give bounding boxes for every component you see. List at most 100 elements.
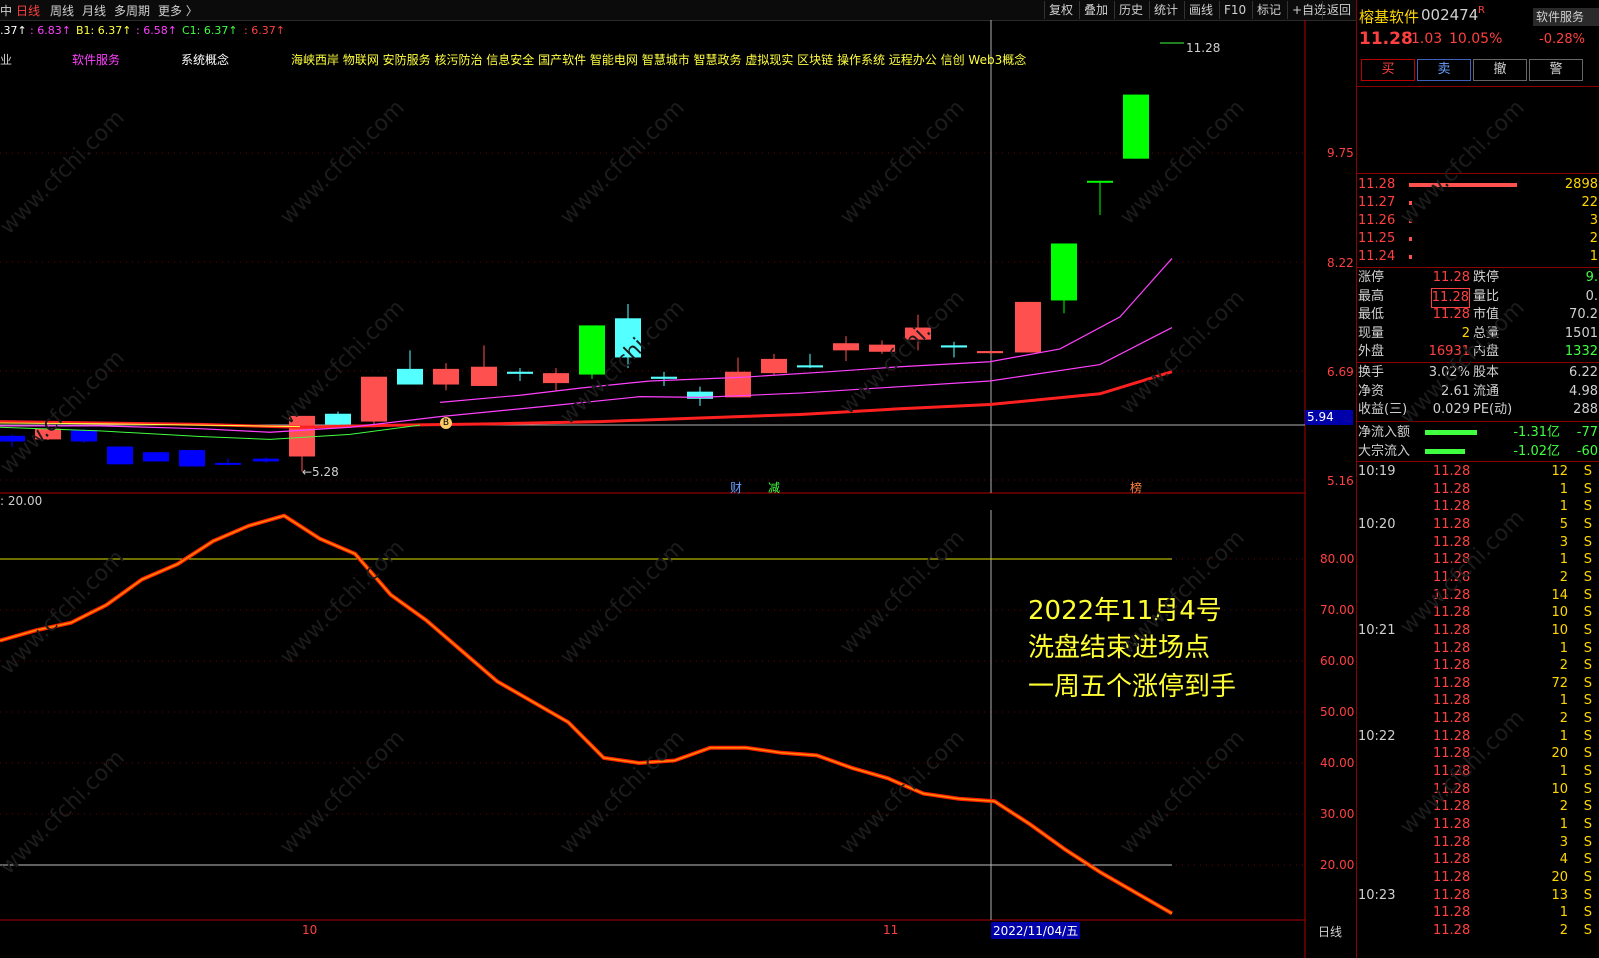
system-concept-label[interactable]: 系统概念	[181, 51, 229, 68]
stat-value: 288	[1573, 402, 1598, 417]
tab-intraday[interactable]: 中	[0, 2, 12, 19]
fund-flow-row: 大宗流入 -1.02亿 -60	[1357, 443, 1599, 461]
period-label[interactable]: 日线	[1318, 923, 1342, 940]
concept-tags[interactable]: 海峡西岸 物联网 安防服务 核污防治 信息安全 国产软件 智能电网 智慧城市 智…	[291, 51, 1026, 68]
tick-row[interactable]: 11.28 2 S	[1357, 657, 1599, 675]
tick-row[interactable]: 11.28 20 S	[1357, 869, 1599, 887]
tick-row[interactable]: 11.28 14 S	[1357, 587, 1599, 605]
candle-body	[1015, 301, 1041, 353]
event-marker-finance[interactable]: 财	[730, 479, 742, 496]
tick-row[interactable]: 11.28 1 S	[1357, 640, 1599, 658]
tick-row[interactable]: 11.28 3 S	[1357, 834, 1599, 852]
tick-side: S	[1583, 781, 1592, 797]
industry-label[interactable]: 业	[0, 51, 12, 68]
stat-label: 流通	[1473, 383, 1500, 399]
tab-monthly[interactable]: 月线	[82, 2, 106, 19]
stat-value: 4.98	[1569, 383, 1598, 399]
tick-volume: 1	[1559, 728, 1568, 744]
tick-row[interactable]: 11.28 10 S	[1357, 604, 1599, 622]
tick-row[interactable]: 11.28 72 S	[1357, 675, 1599, 693]
tick-row[interactable]: 10:19 11.28 12 S	[1357, 463, 1599, 481]
tick-price: 11.28	[1433, 817, 1471, 832]
tick-price: 11.28	[1433, 869, 1471, 885]
tick-volume: 1	[1559, 481, 1568, 497]
tick-row[interactable]: 11.28 1 S	[1357, 692, 1599, 710]
candle-body	[761, 358, 787, 374]
cancel-order-button[interactable]: 撤	[1473, 59, 1527, 81]
order-book-row[interactable]: 11.28 2898	[1357, 176, 1599, 194]
candle-body	[1123, 94, 1149, 159]
candle-body	[397, 368, 423, 385]
tab-weekly[interactable]: 周线	[50, 2, 74, 19]
stat-value: 6.22	[1569, 365, 1598, 380]
tick-row[interactable]: 11.28 10 S	[1357, 781, 1599, 799]
tick-row[interactable]: 11.28 4 S	[1357, 851, 1599, 869]
order-book-row[interactable]: 11.25 2	[1357, 230, 1599, 248]
buy-button[interactable]: 买	[1361, 59, 1415, 81]
tab-daily[interactable]: 日线	[16, 2, 40, 19]
tick-side: S	[1583, 817, 1592, 832]
alert-button[interactable]: 警	[1529, 59, 1583, 81]
tab-more[interactable]: 更多 〉	[158, 2, 198, 19]
event-marker-reduce[interactable]: 减	[768, 479, 780, 496]
overlay-button[interactable]: 叠加	[1079, 1, 1112, 19]
sell-button[interactable]: 卖	[1417, 59, 1471, 81]
tick-row[interactable]: 11.28 2 S	[1357, 798, 1599, 816]
tick-row[interactable]: 11.28 1 S	[1357, 498, 1599, 516]
tick-row[interactable]: 10:23 11.28 13 S	[1357, 887, 1599, 905]
order-volume: 3	[1589, 213, 1598, 228]
price-change: 1.03	[1411, 31, 1443, 47]
last-price: 11.28	[1359, 29, 1413, 49]
stat-label: 最高	[1358, 288, 1385, 304]
tick-price: 11.28	[1433, 887, 1471, 903]
legend-item-1: .37↑	[0, 24, 27, 37]
price-change-pct: 10.05%	[1449, 31, 1503, 47]
tick-side: S	[1583, 764, 1592, 780]
fund-flow-label: 大宗流入	[1358, 444, 1411, 459]
stat-label: 跌停	[1473, 270, 1500, 285]
f10-button[interactable]: F10	[1219, 1, 1250, 19]
sector-label[interactable]: 软件服务	[72, 51, 120, 68]
tick-row[interactable]: 11.28 1 S	[1357, 816, 1599, 834]
tick-volume: 72	[1551, 675, 1568, 691]
mark-button[interactable]: 标记	[1252, 1, 1285, 19]
draw-line-button[interactable]: 画线	[1184, 1, 1217, 19]
order-price: 11.28	[1358, 177, 1396, 192]
history-button[interactable]: 历史	[1114, 1, 1147, 19]
tick-side: S	[1583, 534, 1592, 550]
tick-side: S	[1583, 658, 1592, 674]
fund-flow-row: 净流入额 -1.31亿 -77	[1357, 424, 1599, 442]
buy-signal-marker: B	[440, 417, 452, 429]
ind-y-tick-20: 20.00	[1320, 858, 1355, 872]
tick-side: S	[1583, 569, 1592, 585]
stat-row: 最高 11.28 量比 0.	[1357, 287, 1599, 308]
crosshair-date-tag: 2022/11/04/五	[991, 922, 1081, 939]
tick-price: 11.28	[1433, 834, 1471, 850]
back-button[interactable]: 返回	[1322, 1, 1355, 19]
ind-y-tick-50: 50.00	[1320, 705, 1355, 719]
tab-multi-period[interactable]: 多周期	[114, 2, 150, 19]
tick-side: S	[1583, 728, 1592, 744]
tick-side: S	[1583, 922, 1592, 938]
tick-row[interactable]: 11.28 2 S	[1357, 922, 1599, 940]
tick-row[interactable]: 11.28 1 S	[1357, 904, 1599, 922]
stock-flag: R	[1478, 5, 1485, 16]
statistics-button[interactable]: 统计	[1149, 1, 1182, 19]
event-marker-rank[interactable]: 榜	[1130, 479, 1142, 496]
order-book-row[interactable]: 11.26 3	[1357, 212, 1599, 230]
tick-volume: 20	[1551, 746, 1568, 762]
tick-row[interactable]: 10:21 11.28 10 S	[1357, 622, 1599, 640]
tick-row[interactable]: 11.28 1 S	[1357, 481, 1599, 499]
low-price-label: ←5.28	[302, 465, 339, 479]
tick-row[interactable]: 11.28 2 S	[1357, 710, 1599, 728]
tick-volume: 2	[1559, 711, 1568, 727]
order-book-row[interactable]: 11.27 22	[1357, 194, 1599, 212]
ind-y-tick-40: 40.00	[1320, 756, 1355, 770]
tick-volume: 2	[1559, 922, 1568, 938]
tick-volume: 1	[1559, 552, 1568, 568]
tick-row[interactable]: 10:20 11.28 5 S	[1357, 516, 1599, 534]
restore-rights-button[interactable]: 复权	[1044, 1, 1077, 19]
order-book-row[interactable]: 11.24 1	[1357, 248, 1599, 266]
sector-box-title[interactable]: 软件服务	[1533, 8, 1599, 26]
tick-side: S	[1583, 711, 1592, 727]
